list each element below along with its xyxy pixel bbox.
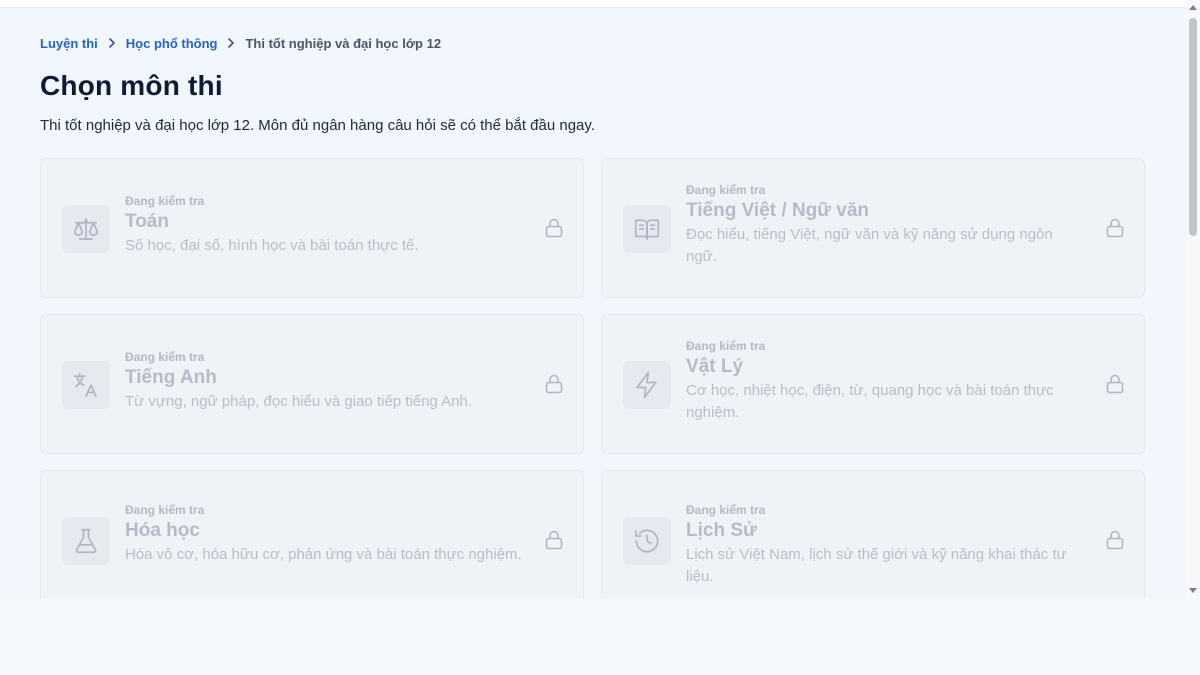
subject-status: Đang kiểm tra xyxy=(125,194,205,208)
subject-name: Vật Lý xyxy=(686,356,744,377)
history-icon xyxy=(623,517,671,565)
subject-status: Đang kiểm tra xyxy=(686,183,766,197)
lock-icon xyxy=(545,374,563,394)
subject-name: Toán xyxy=(125,211,169,232)
subject-description: Cơ học, nhiệt học, điện, từ, quang học v… xyxy=(686,382,1054,421)
translate-icon xyxy=(62,361,110,409)
subject-description: Lịch sử Việt Nam, lịch sử thế giới và kỹ… xyxy=(686,546,1067,585)
breadcrumb-link-luyen-thi[interactable]: Luyện thi xyxy=(40,36,98,51)
subject-description: Hóa vô cơ, hóa hữu cơ, phản ứng và bài t… xyxy=(125,546,522,563)
subject-card-text: Đang kiểm tra Lịch Sử Lịch sử Việt Nam, … xyxy=(686,503,1086,588)
page-bottom-area xyxy=(0,599,1200,675)
page-subtitle: Thi tốt nghiệp và đại học lớp 12. Môn đủ… xyxy=(40,117,595,134)
page-title: Chọn môn thi xyxy=(40,70,223,101)
subject-status: Đang kiểm tra xyxy=(686,503,766,517)
book-open-icon xyxy=(623,205,671,253)
chevron-right-icon xyxy=(217,38,245,48)
scroll-down-arrow-icon[interactable] xyxy=(1189,588,1197,594)
chevron-right-icon xyxy=(98,38,126,48)
lightning-icon xyxy=(623,361,671,409)
lock-icon xyxy=(1106,530,1124,550)
scale-icon xyxy=(62,205,110,253)
scrollbar-thumb[interactable] xyxy=(1189,18,1197,236)
subject-name: Tiếng Việt / Ngữ văn xyxy=(686,200,870,221)
lock-icon xyxy=(1106,218,1124,238)
breadcrumb: Luyện thi Học phổ thông Thi tốt nghiệp v… xyxy=(40,34,441,52)
subject-status: Đang kiểm tra xyxy=(125,350,205,364)
lock-icon xyxy=(545,530,563,550)
subject-status: Đang kiểm tra xyxy=(686,339,766,353)
subject-card-text: Đang kiểm tra Tiếng Anh Từ vựng, ngữ phá… xyxy=(125,350,525,413)
subject-name: Hóa học xyxy=(125,520,200,541)
subject-card-lich-su[interactable]: Đang kiểm tra Lịch Sử Lịch sử Việt Nam, … xyxy=(601,470,1145,599)
subject-card-text: Đang kiểm tra Toán Số học, đại số, hình … xyxy=(125,194,525,257)
flask-icon xyxy=(62,517,110,565)
subject-card-tieng-anh[interactable]: Đang kiểm tra Tiếng Anh Từ vựng, ngữ phá… xyxy=(40,314,584,454)
subject-card-hoa-hoc[interactable]: Đang kiểm tra Hóa học Hóa vô cơ, hóa hữu… xyxy=(40,470,584,599)
subject-card-toan[interactable]: Đang kiểm tra Toán Số học, đại số, hình … xyxy=(40,158,584,298)
subject-card-text: Đang kiểm tra Hóa học Hóa vô cơ, hóa hữu… xyxy=(125,503,525,566)
subject-description: Số học, đại số, hình học và bài toán thự… xyxy=(125,237,419,254)
subject-status: Đang kiểm tra xyxy=(125,503,205,517)
lock-icon xyxy=(545,218,563,238)
lock-icon xyxy=(1106,374,1124,394)
subject-card-tieng-viet[interactable]: Đang kiểm tra Tiếng Việt / Ngữ văn Đọc h… xyxy=(601,158,1145,298)
subject-name: Tiếng Anh xyxy=(125,367,217,388)
breadcrumb-link-hoc-pho-thong[interactable]: Học phổ thông xyxy=(126,36,218,51)
subject-name: Lịch Sử xyxy=(686,520,757,541)
breadcrumb-current: Thi tốt nghiệp và đại học lớp 12 xyxy=(245,35,442,51)
scroll-up-arrow-icon[interactable] xyxy=(1189,4,1197,10)
page-viewport: Luyện thi Học phổ thông Thi tốt nghiệp v… xyxy=(0,8,1186,599)
subject-description: Đọc hiểu, tiếng Việt, ngữ văn và kỹ năng… xyxy=(686,226,1053,265)
subject-description: Từ vựng, ngữ pháp, đọc hiểu và giao tiếp… xyxy=(125,393,473,410)
subject-card-text: Đang kiểm tra Tiếng Việt / Ngữ văn Đọc h… xyxy=(686,183,1086,268)
top-border xyxy=(0,0,1186,8)
subject-card-text: Đang kiểm tra Vật Lý Cơ học, nhiệt học, … xyxy=(686,339,1086,424)
subject-card-vat-ly[interactable]: Đang kiểm tra Vật Lý Cơ học, nhiệt học, … xyxy=(601,314,1145,454)
